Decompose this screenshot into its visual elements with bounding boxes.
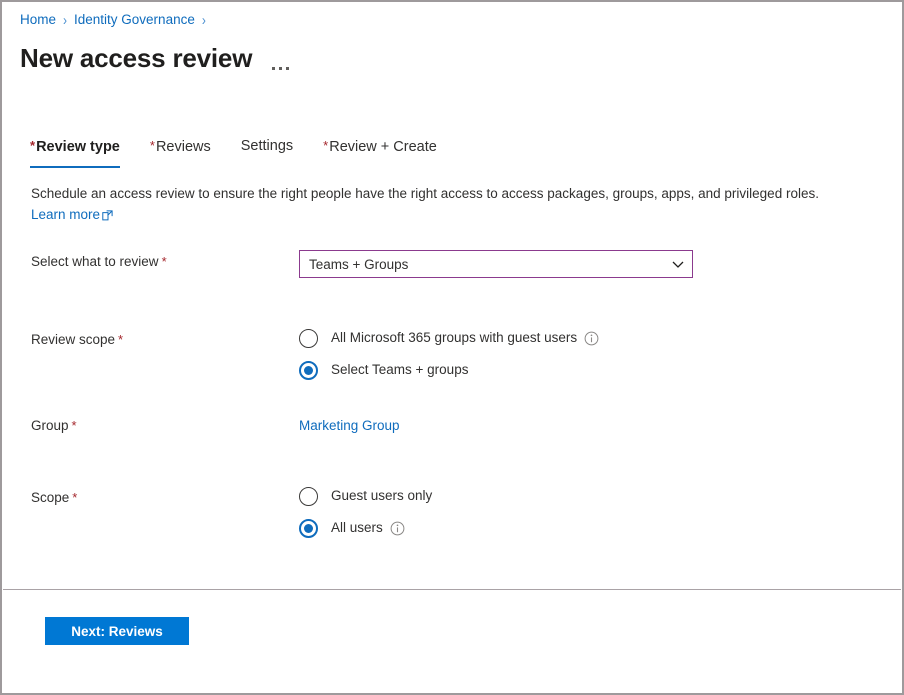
next-reviews-button[interactable]: Next: Reviews <box>45 617 189 645</box>
footer-divider <box>3 589 901 590</box>
field-select-what-to-review: Select what to review* Teams + Groups <box>2 252 902 278</box>
breadcrumb-separator-icon: › <box>63 9 67 32</box>
more-commands-icon[interactable] <box>272 40 289 76</box>
tab-reviews[interactable]: *Reviews <box>148 135 221 168</box>
required-marker: * <box>72 418 77 433</box>
radio-indicator <box>299 329 318 348</box>
ellipsis-dot <box>272 67 275 70</box>
radio-select-teams-groups[interactable]: Select Teams + groups <box>299 360 902 380</box>
required-marker: * <box>72 490 77 505</box>
ellipsis-dot <box>279 67 282 70</box>
breadcrumb-item-home[interactable]: Home <box>20 11 56 29</box>
radio-indicator <box>299 519 318 538</box>
radio-label: All users <box>331 518 383 538</box>
tab-reviews-label: Reviews <box>156 139 211 155</box>
tab-review-create-label: Review + Create <box>329 139 437 155</box>
radio-indicator <box>299 361 318 380</box>
radio-indicator <box>299 487 318 506</box>
breadcrumb: Home › Identity Governance › <box>20 11 213 29</box>
scope-radio-group: Guest users only All users <box>299 478 902 538</box>
select-what-to-review-field: Teams + Groups <box>299 252 902 278</box>
tab-required-marker: * <box>323 138 328 153</box>
page-header: New access review <box>20 40 289 76</box>
tab-review-type[interactable]: *Review type <box>28 135 130 168</box>
ellipsis-dot <box>286 67 289 70</box>
radio-label: All Microsoft 365 groups with guest user… <box>331 328 577 348</box>
select-what-to-review-dropdown[interactable]: Teams + Groups <box>299 250 693 278</box>
radio-guest-users-only[interactable]: Guest users only <box>299 486 902 506</box>
group-label: Group* <box>2 416 299 436</box>
info-icon[interactable] <box>390 521 405 536</box>
azure-portal-blade: Home › Identity Governance › New access … <box>0 0 904 695</box>
required-marker: * <box>118 332 123 347</box>
group-field: Marketing Group <box>299 416 902 436</box>
wizard-tabs: *Review type *Reviews Settings *Review +… <box>28 135 465 168</box>
tab-settings-label: Settings <box>241 138 293 154</box>
field-scope: Scope* Guest users only All users <box>2 478 902 538</box>
tab-required-marker: * <box>150 138 155 153</box>
scope-label: Scope* <box>2 478 299 508</box>
breadcrumb-item-identity-governance[interactable]: Identity Governance <box>74 11 195 29</box>
tab-review-create[interactable]: *Review + Create <box>321 135 447 168</box>
select-what-to-review-label: Select what to review* <box>2 252 299 272</box>
group-value-link[interactable]: Marketing Group <box>299 418 400 433</box>
radio-all-m365-groups-with-guest-users[interactable]: All Microsoft 365 groups with guest user… <box>299 328 902 348</box>
field-group: Group* Marketing Group <box>2 416 902 436</box>
breadcrumb-separator-icon: › <box>202 9 206 32</box>
required-marker: * <box>162 254 167 269</box>
page-title: New access review <box>20 41 252 75</box>
review-scope-radio-group: All Microsoft 365 groups with guest user… <box>299 320 902 380</box>
chevron-down-icon <box>671 257 685 271</box>
description-text: Schedule an access review to ensure the … <box>31 184 819 204</box>
blade-description: Schedule an access review to ensure the … <box>31 184 819 225</box>
radio-label: Guest users only <box>331 486 432 506</box>
info-icon[interactable] <box>584 331 599 346</box>
tab-settings[interactable]: Settings <box>239 135 303 167</box>
external-link-icon <box>102 210 113 221</box>
radio-all-users[interactable]: All users <box>299 518 902 538</box>
review-type-form: Select what to review* Teams + Groups Re… <box>2 252 902 538</box>
review-scope-label: Review scope* <box>2 320 299 350</box>
radio-label: Select Teams + groups <box>331 360 468 380</box>
tab-required-marker: * <box>30 138 35 153</box>
learn-more-label: Learn more <box>31 205 100 225</box>
field-review-scope: Review scope* All Microsoft 365 groups w… <box>2 320 902 380</box>
learn-more-link[interactable]: Learn more <box>31 205 113 225</box>
tab-review-type-label: Review type <box>36 139 120 155</box>
select-what-to-review-value: Teams + Groups <box>309 257 408 272</box>
